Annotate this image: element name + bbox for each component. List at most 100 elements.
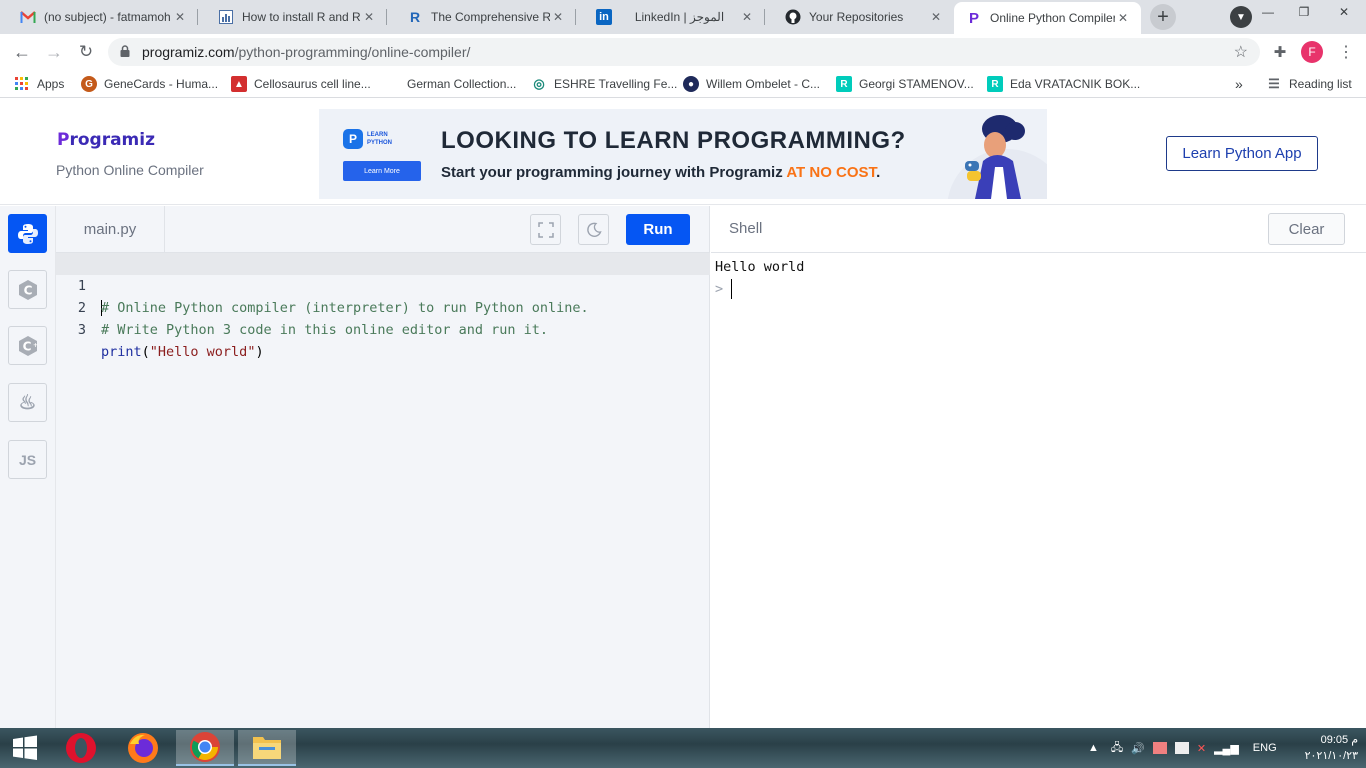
close-window-button[interactable]: ✕ <box>1322 0 1366 24</box>
js-language-button[interactable]: JS <box>8 440 47 479</box>
shell-output[interactable]: Hello world > <box>715 256 804 300</box>
forward-icon[interactable]: → <box>42 40 66 64</box>
close-icon[interactable]: ✕ <box>1115 10 1131 26</box>
file-explorer-taskbar-icon[interactable] <box>238 730 296 766</box>
input-language[interactable]: ENG <box>1253 742 1277 754</box>
back-icon[interactable]: ← <box>10 40 34 64</box>
code-area[interactable]: 1 # Online Python compiler (interpreter)… <box>56 253 710 360</box>
shell-caret <box>731 279 733 299</box>
code-line: 3 print("Hello world") <box>56 297 710 360</box>
tab-search-icon[interactable]: ▼ <box>1230 6 1252 28</box>
blank-page-icon <box>384 76 400 92</box>
bookmark-genecards[interactable]: G GeneCards - Huma... <box>81 75 218 93</box>
address-bar[interactable]: programiz.com/python-programming/online-… <box>108 38 1260 66</box>
clear-button[interactable]: Clear <box>1268 213 1345 245</box>
battery-warning-icon[interactable]: ✕ <box>1197 742 1206 755</box>
bookmark-willem-ombelet[interactable]: ● Willem Ombelet - C... <box>683 75 820 93</box>
signal-bars-icon[interactable]: ▂▄▆ <box>1214 742 1239 755</box>
programiz-badge-icon: P <box>343 129 363 149</box>
python-language-button[interactable] <box>8 214 47 253</box>
menu-dots-icon[interactable]: ⋮ <box>1334 40 1358 64</box>
bookmark-star-icon[interactable]: ☆ <box>1234 42 1248 62</box>
tab-github[interactable]: Your Repositories ✕ <box>765 0 954 34</box>
programiz-logo[interactable]: Programiz <box>57 130 155 150</box>
programiz-icon: P <box>968 9 979 27</box>
ad-banner[interactable]: P LEARN PYTHON Learn More LOOKING TO LEAR… <box>319 109 1047 199</box>
shell-title: Shell <box>729 220 763 237</box>
eshre-icon: ◎ <box>533 76 545 91</box>
more-bookmarks-button[interactable]: » <box>1235 75 1243 93</box>
cpp-icon: C + <box>18 335 38 356</box>
banner-illustration <box>947 115 1047 199</box>
close-icon[interactable]: ✕ <box>928 9 944 25</box>
close-icon[interactable]: ✕ <box>739 9 755 25</box>
tab-cran[interactable]: R The Comprehensive R Archive ✕ <box>387 0 576 34</box>
tab-gmail[interactable]: (no subject) - fatmamoh ✕ <box>0 0 198 34</box>
shell-toolbar: Shell Clear <box>711 206 1366 253</box>
banner-headline: LOOKING TO LEARN PROGRAMMING? <box>441 127 906 154</box>
bookmark-cellosaurus[interactable]: ▲ Cellosaurus cell line... <box>231 75 371 93</box>
chart-icon <box>218 9 234 25</box>
firefox-taskbar-icon[interactable] <box>114 730 172 766</box>
shell-prompt-line[interactable]: > <box>715 278 804 300</box>
code-line: 2 # Write Python 3 code in this online e… <box>56 275 710 338</box>
close-icon[interactable]: ✕ <box>361 9 377 25</box>
bookmark-apps[interactable]: Apps <box>14 75 64 93</box>
page-subtitle: Python Online Compiler <box>56 162 204 178</box>
dark-mode-moon-icon[interactable] <box>578 214 609 245</box>
avatar-icon: ● <box>683 76 699 92</box>
system-tray: ▲ 🖧 🔊 ✕ ▂▄▆ ENG <box>1088 728 1277 768</box>
js-icon: JS <box>18 451 37 468</box>
learn-python-app-button[interactable]: Learn Python App <box>1166 136 1318 171</box>
windows-logo-icon <box>13 735 37 760</box>
cpp-language-button[interactable]: C + <box>8 326 47 365</box>
file-tab-main-py[interactable]: main.py <box>56 206 165 253</box>
bookmark-german-collection[interactable]: German Collection... <box>384 75 516 93</box>
java-language-button[interactable]: ♨ <box>8 383 47 422</box>
network-adapter-icon[interactable]: 🖧 <box>1111 739 1123 758</box>
bookmark-eshre[interactable]: ◎ ESHRE Travelling Fe... <box>531 75 677 93</box>
tab-linkedin[interactable]: in LinkedIn | الموجز ✕ <box>576 0 765 34</box>
svg-text:C: C <box>22 339 31 353</box>
shell-prompt: > <box>715 281 724 297</box>
system-clock[interactable]: 09:05 م ٢٠٢١/١٠/٢٣ <box>1296 732 1358 764</box>
reload-icon[interactable]: ↻ <box>74 40 98 64</box>
bookmarks-bar: Apps G GeneCards - Huma... ▲ Cellosaurus… <box>0 70 1366 98</box>
new-tab-button[interactable]: + <box>1150 4 1176 30</box>
reading-list-button[interactable]: ☰ Reading list <box>1266 75 1352 93</box>
cellosaurus-icon: ▲ <box>231 76 247 92</box>
researchgate-icon: R <box>987 76 1003 92</box>
fullscreen-icon[interactable] <box>530 214 561 245</box>
banner-learn-more-button[interactable]: Learn More <box>343 161 421 181</box>
run-button[interactable]: Run <box>626 214 690 245</box>
c-icon: C <box>18 279 37 300</box>
minimize-button[interactable]: — <box>1250 0 1286 24</box>
bookmark-eda-vratacnik[interactable]: R Eda VRATACNIK BOK... <box>987 75 1140 93</box>
c-language-button[interactable]: C <box>8 270 47 309</box>
volume-icon[interactable]: 🔊 <box>1131 742 1145 755</box>
reading-list-icon: ☰ <box>1268 76 1280 91</box>
tab-install-r[interactable]: How to install R and RStudio ✕ <box>198 0 387 34</box>
shell-output-line: Hello world <box>715 259 805 275</box>
researchgate-icon: R <box>836 76 852 92</box>
show-hidden-icons-icon[interactable]: ▲ <box>1088 742 1099 754</box>
tray-app-icon[interactable] <box>1174 742 1189 754</box>
profile-avatar[interactable]: F <box>1301 41 1323 63</box>
editor-toolbar: main.py Run <box>56 206 710 253</box>
tray-app-icon[interactable] <box>1152 742 1167 754</box>
opera-taskbar-icon[interactable] <box>52 730 110 766</box>
linkedin-icon: in <box>596 9 612 25</box>
chrome-taskbar-icon[interactable] <box>176 730 234 766</box>
close-icon[interactable]: ✕ <box>172 9 188 25</box>
close-icon[interactable]: ✕ <box>550 9 566 25</box>
banner-badge: P LEARN PYTHON Learn More <box>341 127 421 183</box>
tab-programiz[interactable]: P Online Python Compiler ✕ <box>954 2 1141 34</box>
gmail-icon <box>20 9 36 25</box>
bookmark-georgi-stamenov[interactable]: R Georgi STAMENOV... <box>836 75 974 93</box>
extensions-icon[interactable]: ✚ <box>1268 40 1292 64</box>
restore-button[interactable]: ❐ <box>1286 0 1322 24</box>
python-icon <box>17 223 38 244</box>
line-number: 3 <box>77 322 86 338</box>
code-editor-panel: main.py Run 1 # Online Python compiler (… <box>56 206 710 728</box>
start-button[interactable] <box>0 730 50 766</box>
